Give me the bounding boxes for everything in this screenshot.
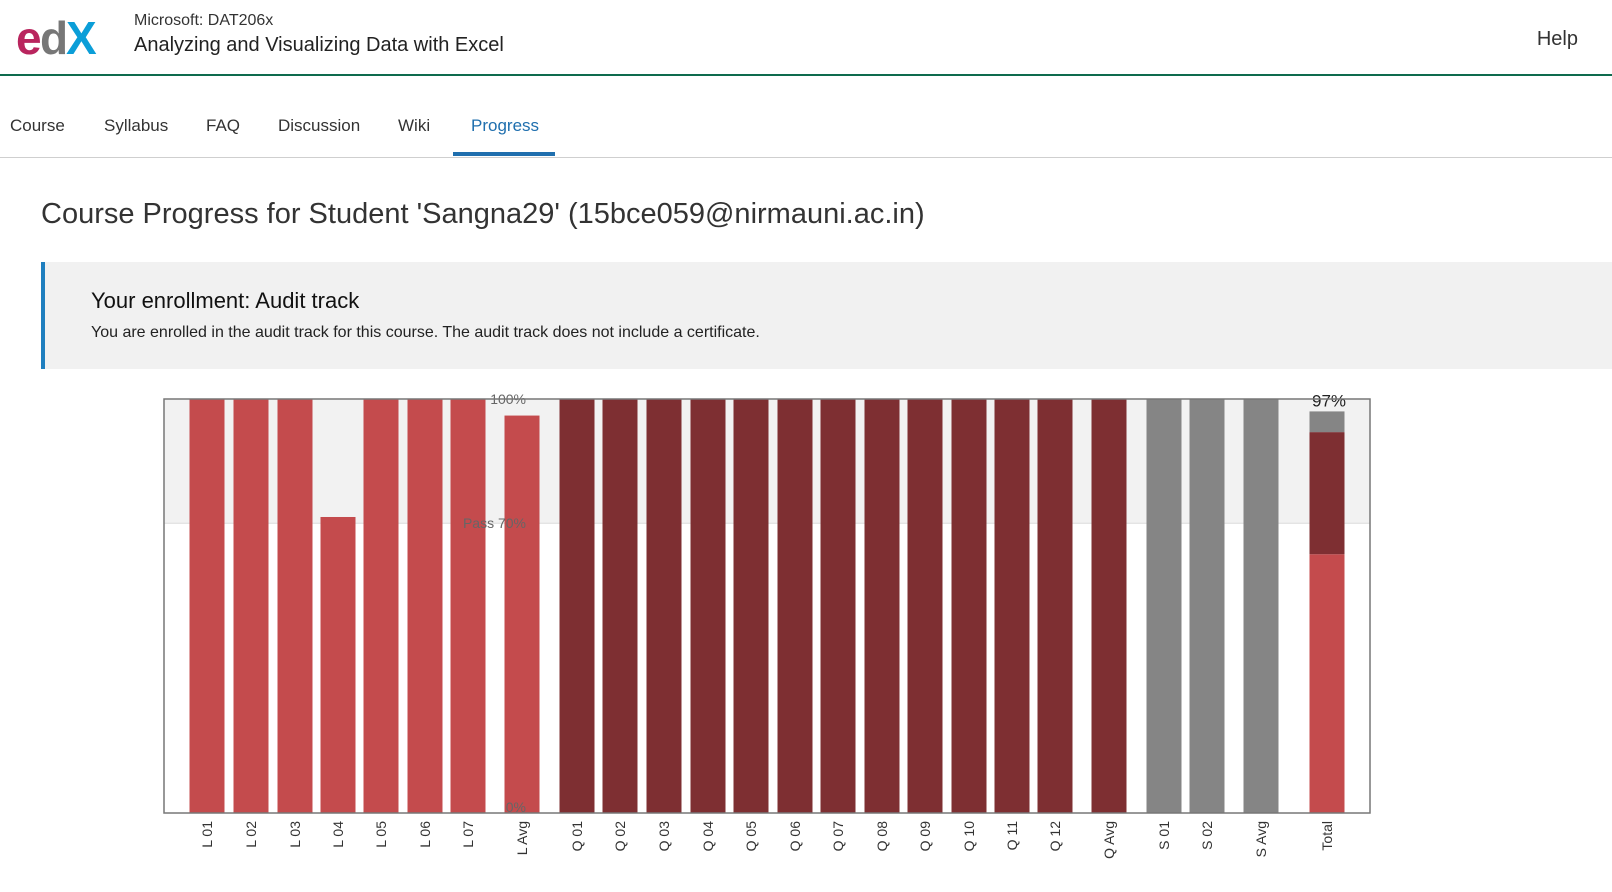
bar-q-09 [907, 399, 943, 813]
tab-progress[interactable]: Progress [471, 116, 539, 136]
tick-label-s-avg: S Avg [1253, 821, 1269, 857]
bar-l-06 [407, 399, 443, 813]
bar-total-quiz [1309, 432, 1345, 555]
tick-label-q-04: Q 04 [700, 821, 716, 852]
bar-q-07 [820, 399, 856, 813]
edx-logo[interactable]: e d X [16, 14, 108, 60]
page-title: Course Progress for Student 'Sangna29' (… [41, 198, 925, 230]
bar-q-01 [559, 399, 595, 813]
tick-label-s-02: S 02 [1199, 821, 1215, 850]
bar-q-05 [733, 399, 769, 813]
bar-q-12 [1037, 399, 1073, 813]
tab-faq[interactable]: FAQ [206, 116, 240, 136]
progress-chart: L 01 L 02 L 03 L 04 L 05 L 06 L 07 L Avg Q 01 Q 0… [163, 391, 1371, 859]
enrollment-description: You are enrolled in the audit track for … [91, 324, 760, 341]
tick-label-q-08: Q 08 [874, 821, 890, 852]
bar-total-survey [1309, 411, 1345, 433]
svg-text:X: X [66, 14, 97, 60]
tick-label-l-03: L 03 [287, 821, 303, 848]
tick-label-q-09: Q 09 [917, 821, 933, 852]
help-link[interactable]: Help [1537, 28, 1578, 51]
bar-l-05 [363, 399, 399, 813]
enrollment-notice: Your enrollment: Audit track You are enr… [41, 262, 1612, 369]
course-title: Analyzing and Visualizing Data with Exce… [134, 34, 504, 56]
tick-label-q-11: Q 11 [1004, 821, 1020, 851]
bar-q-06 [777, 399, 813, 813]
svg-text:d: d [40, 14, 66, 60]
tab-course[interactable]: Course [10, 116, 65, 136]
bar-q-04 [690, 399, 726, 813]
course-org: Microsoft: DAT206x [134, 12, 274, 29]
bar-q-11 [994, 399, 1030, 813]
tick-label-q-07: Q 07 [830, 821, 846, 852]
tick-label-q-01: Q 01 [569, 821, 585, 852]
tab-wiki[interactable]: Wiki [398, 116, 430, 136]
total-value-label: 97% [1312, 391, 1346, 410]
tick-label-total: Total [1319, 821, 1335, 851]
tick-label-q-05: Q 05 [743, 821, 759, 852]
tick-label-l-avg: L Avg [514, 821, 530, 855]
tick-label-l-05: L 05 [373, 821, 389, 848]
course-tabs: Course Syllabus FAQ Discussion Wiki Prog… [0, 78, 1612, 158]
bar-q-10 [951, 399, 987, 813]
enrollment-title: Your enrollment: Audit track [91, 288, 360, 313]
tick-label-q-02: Q 02 [612, 821, 628, 852]
tick-label-l-01: L 01 [199, 821, 215, 848]
bar-s-02 [1189, 399, 1225, 813]
tick-label-q-10: Q 10 [961, 821, 977, 852]
bar-l-02 [233, 399, 269, 813]
tick-label-q-12: Q 12 [1047, 821, 1063, 852]
svg-text:e: e [16, 14, 41, 60]
ref-label-pass: Pass 70% [463, 515, 526, 531]
tick-label-q-03: Q 03 [656, 821, 672, 852]
bar-total-lab [1309, 554, 1345, 813]
bar-s-01 [1146, 399, 1182, 813]
bar-l-03 [277, 399, 313, 813]
bar-s-avg [1243, 399, 1279, 813]
bar-l-04 [320, 516, 356, 813]
tick-label-l-04: L 04 [330, 821, 346, 848]
active-tab-indicator [453, 152, 555, 156]
tab-syllabus[interactable]: Syllabus [104, 116, 168, 136]
bar-q-03 [646, 399, 682, 813]
tick-label-q-06: Q 06 [787, 821, 803, 852]
tick-label-l-02: L 02 [243, 821, 259, 848]
site-header: e d X Microsoft: DAT206x Analyzing and V… [0, 0, 1612, 76]
bar-l-07 [450, 399, 486, 813]
bar-l-01 [189, 399, 225, 813]
bar-q-02 [602, 399, 638, 813]
tick-label-s-01: S 01 [1156, 821, 1172, 850]
tab-discussion[interactable]: Discussion [278, 116, 360, 136]
tick-label-l-07: L 07 [460, 821, 476, 848]
tick-label-q-avg: Q Avg [1101, 821, 1117, 859]
bar-l-avg [504, 415, 540, 813]
tick-label-l-06: L 06 [417, 821, 433, 848]
bar-q-08 [864, 399, 900, 813]
bar-q-avg [1091, 399, 1127, 813]
